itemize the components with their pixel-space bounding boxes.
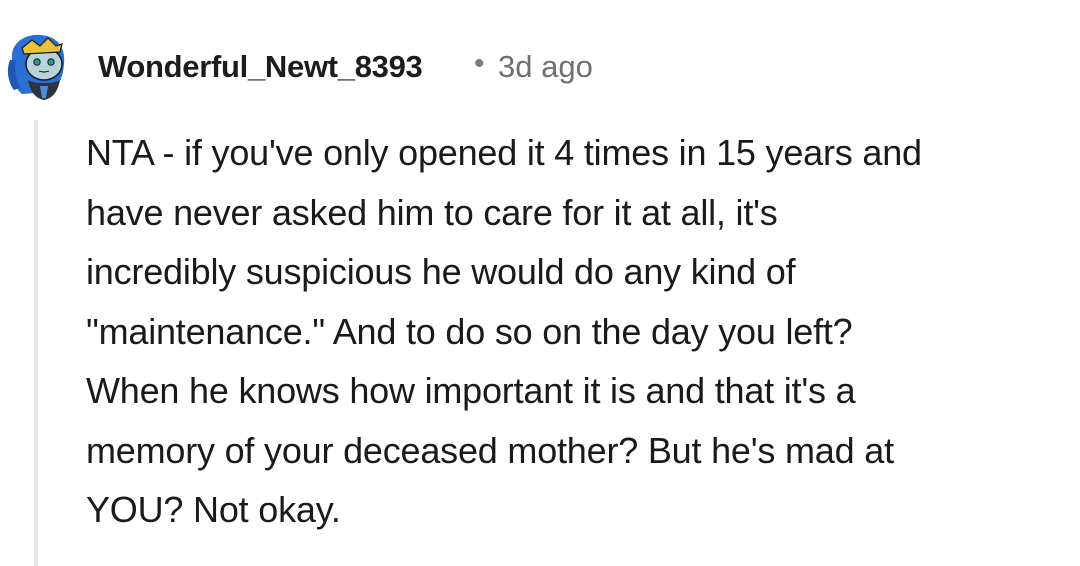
comment-body-line: memory of your deceased mother? But he's… bbox=[86, 429, 894, 471]
username[interactable]: Wonderful_Newt_8393 bbox=[98, 49, 423, 85]
snoo-avatar-icon[interactable] bbox=[4, 30, 72, 102]
comment-body-line: incredibly suspicious he would do any ki… bbox=[86, 251, 796, 292]
comment-body-line: have never asked him to care for it at a… bbox=[86, 191, 778, 233]
comment-body-line: When he knows how important it is and th… bbox=[86, 370, 856, 411]
thread-collapse-line[interactable] bbox=[34, 120, 38, 566]
separator-dot: • bbox=[474, 47, 485, 80]
comment-body: NTA - if you've only opened it 4 times i… bbox=[86, 123, 1071, 540]
comment: Wonderful_Newt_8393 • 3d ago NTA - if yo… bbox=[0, 0, 1080, 566]
timestamp[interactable]: 3d ago bbox=[498, 49, 593, 85]
comment-body-line: "maintenance." And to do so on the day y… bbox=[86, 310, 853, 352]
comment-body-line: NTA - if you've only opened it 4 times i… bbox=[86, 132, 922, 173]
comment-body-line: YOU? Not okay. bbox=[86, 489, 341, 530]
